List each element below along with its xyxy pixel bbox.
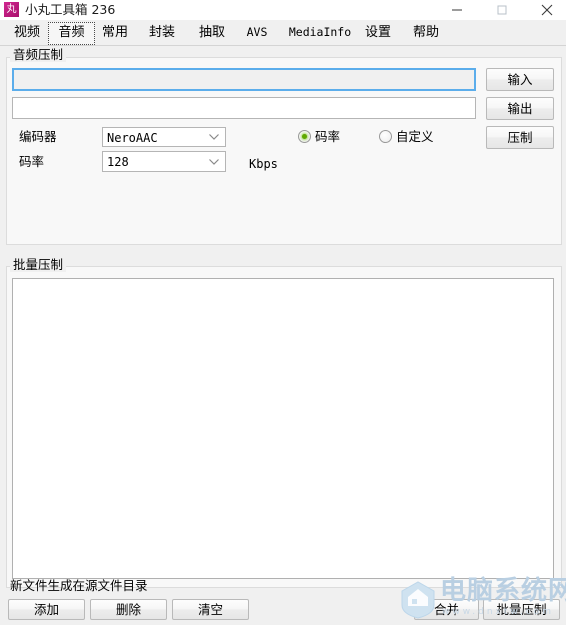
title-bar: 丸 小丸工具箱 236 bbox=[0, 0, 566, 21]
encoder-label: 编码器 bbox=[19, 129, 57, 144]
chevron-down-icon bbox=[209, 158, 219, 165]
tab-label: MediaInfo bbox=[288, 25, 352, 39]
chevron-down-icon bbox=[209, 134, 219, 140]
close-button[interactable] bbox=[524, 0, 566, 20]
bitrate-unit-label: Kbps bbox=[249, 157, 278, 171]
encoder-value: NeroAAC bbox=[107, 131, 158, 145]
output-browse-button[interactable]: 输出 bbox=[486, 97, 554, 120]
tab-1[interactable]: 音频 bbox=[48, 22, 95, 45]
tab-6[interactable]: MediaInfo bbox=[285, 22, 355, 43]
tab-label: 抽取 bbox=[198, 25, 225, 40]
tab-label: 视频 bbox=[13, 25, 40, 40]
app-icon: 丸 bbox=[4, 2, 19, 17]
output-note-label: 新文件生成在源文件目录 bbox=[10, 578, 148, 593]
batch-encode-group-title: 批量压制 bbox=[10, 258, 67, 272]
tab-7[interactable]: 设置 bbox=[357, 22, 399, 43]
tab-3[interactable]: 封装 bbox=[141, 22, 183, 43]
tab-bar: 视频 音频 常用 封装 抽取 AVS MediaInfo 设置 帮助 bbox=[0, 20, 566, 46]
input-path-field[interactable] bbox=[12, 68, 476, 91]
add-button[interactable]: 添加 bbox=[8, 599, 85, 620]
radio-dot-icon bbox=[379, 130, 392, 143]
tab-label: 音频 bbox=[58, 25, 85, 40]
bitrate-select[interactable]: 128 bbox=[102, 151, 226, 172]
close-icon bbox=[541, 4, 552, 16]
window-title: 小丸工具箱 236 bbox=[25, 2, 116, 17]
delete-button[interactable]: 删除 bbox=[90, 599, 167, 620]
minimize-icon bbox=[451, 9, 462, 11]
mode-radio-bitrate-label: 码率 bbox=[315, 129, 341, 144]
tab-2[interactable]: 常用 bbox=[94, 22, 136, 43]
encode-button[interactable]: 压制 bbox=[486, 126, 554, 149]
clear-button[interactable]: 清空 bbox=[172, 599, 249, 620]
tab-label: AVS bbox=[246, 25, 268, 39]
tab-0[interactable]: 视频 bbox=[6, 22, 48, 43]
tab-label: 设置 bbox=[364, 25, 391, 40]
input-browse-button[interactable]: 输入 bbox=[486, 68, 554, 91]
encoder-select[interactable]: NeroAAC bbox=[102, 127, 226, 147]
radio-dot-icon bbox=[298, 130, 311, 143]
output-path-field[interactable] bbox=[12, 97, 476, 119]
mode-radio-custom-label: 自定义 bbox=[396, 129, 434, 144]
bitrate-value: 128 bbox=[107, 155, 129, 169]
tab-label: 封装 bbox=[148, 25, 175, 40]
maximize-button[interactable] bbox=[479, 0, 524, 20]
minimize-button[interactable] bbox=[434, 0, 479, 20]
tab-label: 常用 bbox=[101, 25, 128, 40]
bitrate-label: 码率 bbox=[19, 154, 45, 169]
tab-5[interactable]: AVS bbox=[238, 22, 276, 43]
batch-encode-button[interactable]: 批量压制 bbox=[483, 599, 560, 620]
tab-8[interactable]: 帮助 bbox=[405, 22, 447, 43]
audio-encode-group-title: 音频压制 bbox=[10, 48, 67, 62]
tab-label: 帮助 bbox=[412, 25, 439, 40]
tab-4[interactable]: 抽取 bbox=[191, 22, 233, 43]
merge-button[interactable]: 合并 bbox=[414, 599, 479, 620]
maximize-icon bbox=[497, 5, 506, 15]
batch-file-list[interactable] bbox=[12, 278, 554, 579]
